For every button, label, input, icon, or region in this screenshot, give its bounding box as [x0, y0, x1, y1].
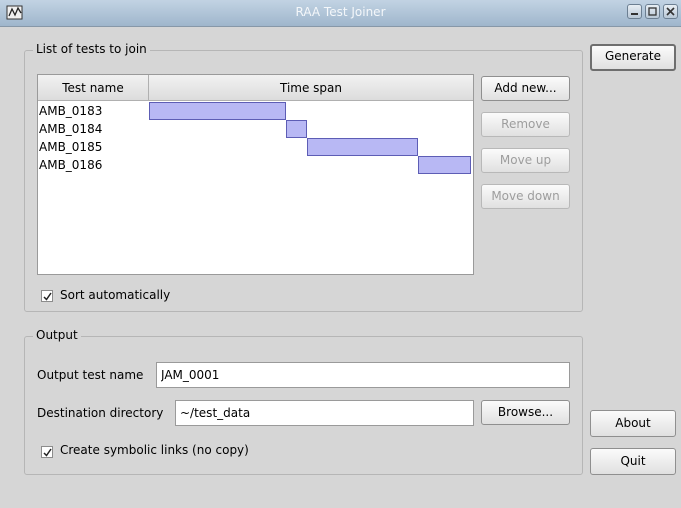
window-title: RAA Test Joiner: [295, 5, 386, 19]
checkmark-icon: [43, 292, 52, 301]
column-header-time-span[interactable]: Time span: [149, 75, 473, 101]
output-test-name-input[interactable]: [156, 362, 570, 388]
maximize-button[interactable]: [645, 4, 660, 19]
output-test-name-label: Output test name: [37, 368, 144, 382]
move-down-button[interactable]: Move down: [481, 184, 570, 209]
destination-directory-input[interactable]: [175, 400, 474, 426]
time-span-bar[interactable]: [417, 156, 471, 174]
test-row-name[interactable]: AMB_0183: [39, 102, 102, 120]
browse-button[interactable]: Browse...: [481, 400, 570, 425]
destination-directory-label: Destination directory: [37, 406, 164, 420]
add-new-button[interactable]: Add new...: [481, 76, 570, 101]
symbolic-links-checkbox[interactable]: [41, 446, 53, 458]
minimize-button[interactable]: [627, 4, 642, 19]
quit-button[interactable]: Quit: [590, 448, 676, 475]
sort-automatically-checkbox[interactable]: [41, 290, 53, 302]
symbolic-links-label[interactable]: Create symbolic links (no copy): [60, 443, 249, 457]
remove-button[interactable]: Remove: [481, 112, 570, 137]
output-group-title: Output: [33, 328, 81, 342]
time-span-bar[interactable]: [306, 138, 418, 156]
sort-automatically-label[interactable]: Sort automatically: [60, 288, 170, 302]
tests-list[interactable]: Test name Time span AMB_0183 AMB_0184 AMB_…: [37, 74, 474, 275]
column-header-test-name[interactable]: Test name: [38, 75, 149, 101]
time-span-bar[interactable]: [149, 102, 286, 120]
test-row-name[interactable]: AMB_0184: [39, 120, 102, 138]
tests-group-title: List of tests to join: [33, 42, 150, 56]
checkmark-icon: [43, 448, 52, 457]
title-bar[interactable]: RAA Test Joiner: [0, 0, 681, 27]
generate-button[interactable]: Generate: [590, 44, 676, 71]
test-row-name[interactable]: AMB_0186: [39, 156, 102, 174]
close-button[interactable]: [663, 4, 678, 19]
test-row-name[interactable]: AMB_0185: [39, 138, 102, 156]
about-button[interactable]: About: [590, 410, 676, 437]
move-up-button[interactable]: Move up: [481, 148, 570, 173]
time-span-bar[interactable]: [285, 120, 307, 138]
